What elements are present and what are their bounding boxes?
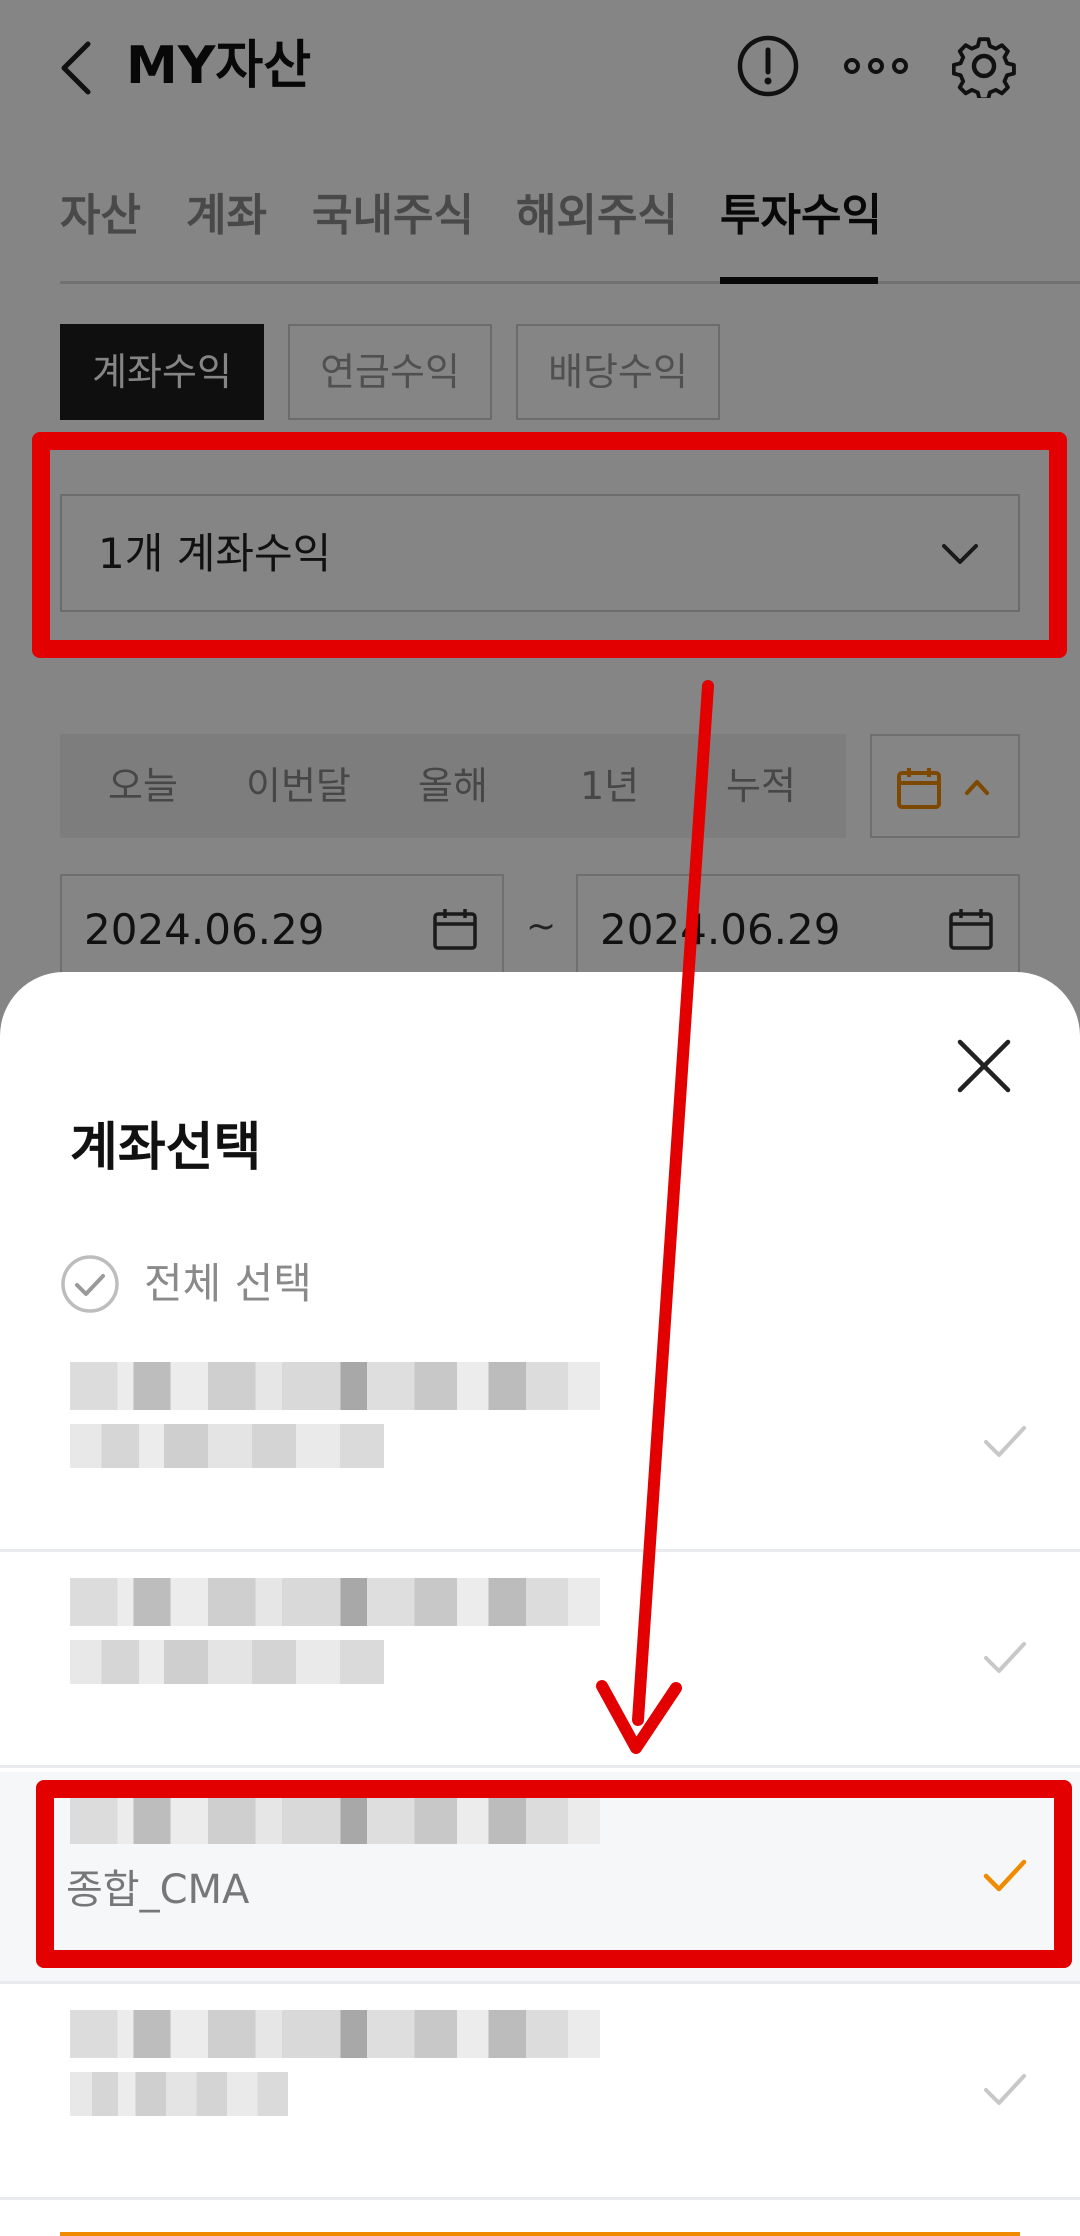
account-name-masked bbox=[70, 1424, 384, 1468]
account-number-masked bbox=[70, 1578, 600, 1626]
account-name-masked bbox=[70, 1640, 384, 1684]
highlight-selected-account bbox=[36, 1780, 1072, 1968]
select-all-label: 전체 선택 bbox=[144, 1259, 312, 1308]
account-row[interactable] bbox=[0, 1556, 1080, 1768]
account-row[interactable] bbox=[0, 1340, 1080, 1552]
account-number-masked bbox=[70, 1362, 600, 1410]
account-number-masked bbox=[70, 2010, 600, 2058]
check-icon bbox=[982, 1422, 1028, 1462]
check-circle-icon bbox=[60, 1254, 120, 1314]
account-select-sheet: 계좌선택 전체 선택 종합_CMA bbox=[0, 972, 1080, 2236]
highlight-account-dropdown bbox=[32, 432, 1067, 658]
check-icon bbox=[982, 1638, 1028, 1678]
confirm-button-edge[interactable] bbox=[60, 2232, 1020, 2236]
check-icon bbox=[982, 2070, 1028, 2110]
sheet-title: 계좌선택 bbox=[70, 1118, 262, 1178]
account-name-masked bbox=[70, 2072, 288, 2116]
select-all-toggle[interactable]: 전체 선택 bbox=[60, 1254, 460, 1318]
account-row[interactable] bbox=[0, 1988, 1080, 2200]
close-icon[interactable] bbox=[956, 1038, 1012, 1094]
